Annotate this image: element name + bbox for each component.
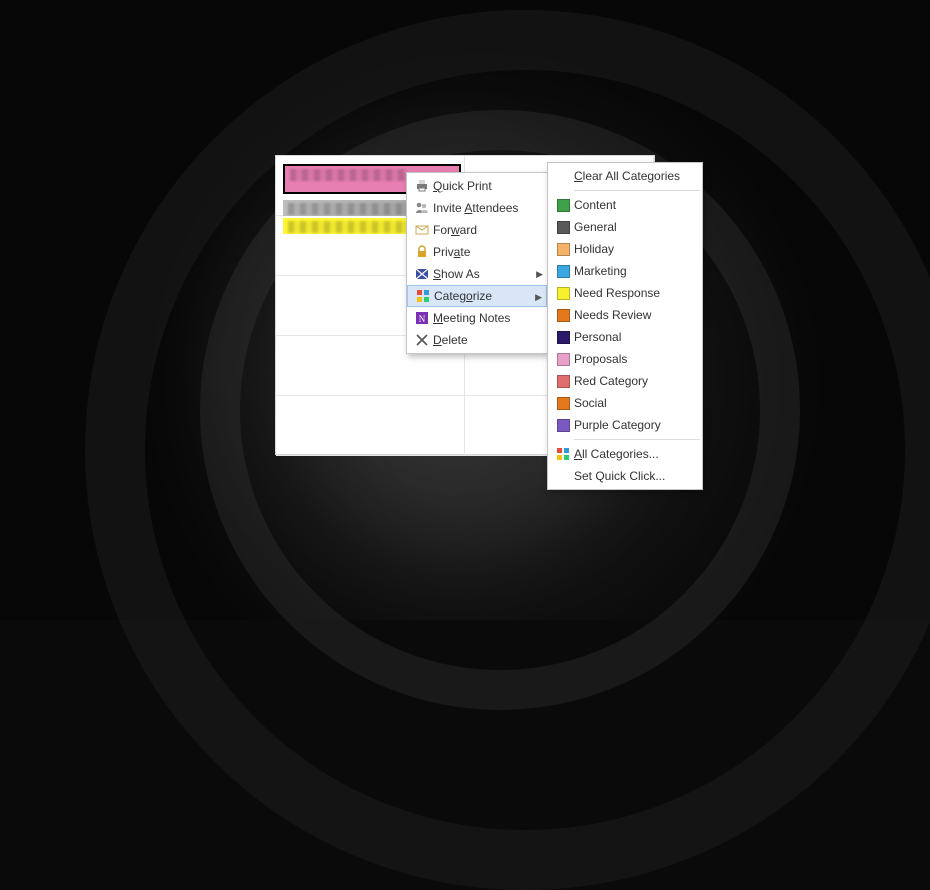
- menu-item-category[interactable]: Purple Category: [548, 414, 702, 436]
- menu-item-forward[interactable]: Forward: [407, 219, 547, 241]
- menu-item-show-as[interactable]: Show As ▶: [407, 263, 547, 285]
- category-swatch-icon: [552, 306, 574, 324]
- menu-separator: [574, 439, 700, 440]
- category-swatch-icon: [552, 196, 574, 214]
- menu-item-categorize[interactable]: Categorize ▶: [407, 285, 547, 307]
- menu-item-invite-attendees[interactable]: Invite Attendees: [407, 197, 547, 219]
- menu-item-category[interactable]: General: [548, 216, 702, 238]
- redacted-text: [290, 169, 408, 181]
- printer-icon: [411, 177, 433, 195]
- category-swatch-icon: [552, 372, 574, 390]
- menu-item-category[interactable]: Proposals: [548, 348, 702, 370]
- menu-item-all-categories[interactable]: All Categories...: [548, 443, 702, 465]
- delete-icon: [411, 331, 433, 349]
- menu-item-clear-categories[interactable]: Clear All Categories: [548, 165, 702, 187]
- category-swatch-icon: [552, 350, 574, 368]
- menu-item-category[interactable]: Holiday: [548, 238, 702, 260]
- menu-item-private[interactable]: Private: [407, 241, 547, 263]
- context-menu: Quick Print Invite Attendees Forward Pri…: [406, 172, 548, 354]
- menu-label: Private: [433, 245, 531, 259]
- menu-item-delete[interactable]: Delete: [407, 329, 547, 351]
- menu-label: Marketing: [574, 264, 686, 278]
- lock-icon: [411, 243, 433, 261]
- menu-label: General: [574, 220, 686, 234]
- menu-label: Content: [574, 198, 686, 212]
- categorize-icon: [412, 287, 434, 305]
- category-swatch-icon: [552, 416, 574, 434]
- onenote-icon: N: [411, 309, 433, 327]
- category-swatch-icon: [552, 262, 574, 280]
- categorize-submenu: Clear All Categories Content General Holid…: [547, 162, 703, 490]
- categorize-icon: [552, 445, 574, 463]
- attendees-icon: [411, 199, 433, 217]
- menu-label: Red Category: [574, 374, 686, 388]
- category-swatch-icon: [552, 394, 574, 412]
- menu-item-category[interactable]: Personal: [548, 326, 702, 348]
- menu-item-category[interactable]: Social: [548, 392, 702, 414]
- submenu-arrow-icon: ▶: [536, 269, 543, 280]
- menu-item-category[interactable]: Content: [548, 194, 702, 216]
- calendar-panel: ids Quick Print Invite Attendees Forward: [275, 155, 655, 455]
- menu-label: Need Response: [574, 286, 686, 300]
- menu-label: Meeting Notes: [433, 311, 531, 325]
- svg-text:N: N: [419, 314, 426, 324]
- menu-item-meeting-notes[interactable]: N Meeting Notes: [407, 307, 547, 329]
- category-swatch-icon: [552, 284, 574, 302]
- menu-label: Delete: [433, 333, 531, 347]
- menu-item-category[interactable]: Needs Review: [548, 304, 702, 326]
- menu-item-quick-print[interactable]: Quick Print: [407, 175, 547, 197]
- menu-label: All Categories...: [574, 447, 686, 461]
- menu-item-set-quick-click[interactable]: Set Quick Click...: [548, 465, 702, 487]
- category-swatch-icon: [552, 218, 574, 236]
- blank-icon: [552, 467, 574, 485]
- menu-label: Purple Category: [574, 418, 686, 432]
- category-swatch-icon: [552, 328, 574, 346]
- menu-label: Personal: [574, 330, 686, 344]
- menu-label: Forward: [433, 223, 531, 237]
- menu-label: Categorize: [434, 289, 530, 303]
- busy-icon: [411, 265, 433, 283]
- menu-label: Quick Print: [433, 179, 531, 193]
- menu-separator: [574, 190, 700, 191]
- menu-item-category[interactable]: Marketing: [548, 260, 702, 282]
- menu-item-category[interactable]: Need Response: [548, 282, 702, 304]
- menu-label: Needs Review: [574, 308, 686, 322]
- menu-label: Set Quick Click...: [574, 469, 686, 483]
- menu-label: Social: [574, 396, 686, 410]
- envelope-icon: [411, 221, 433, 239]
- category-swatch-icon: [552, 240, 574, 258]
- menu-label: Clear All Categories: [574, 169, 686, 183]
- menu-label: Invite Attendees: [433, 201, 531, 215]
- menu-label: Show As: [433, 267, 531, 281]
- submenu-arrow-icon: ▶: [535, 292, 542, 303]
- menu-label: Holiday: [574, 242, 686, 256]
- blank-icon: [552, 167, 574, 185]
- menu-label: Proposals: [574, 352, 686, 366]
- menu-item-category[interactable]: Red Category: [548, 370, 702, 392]
